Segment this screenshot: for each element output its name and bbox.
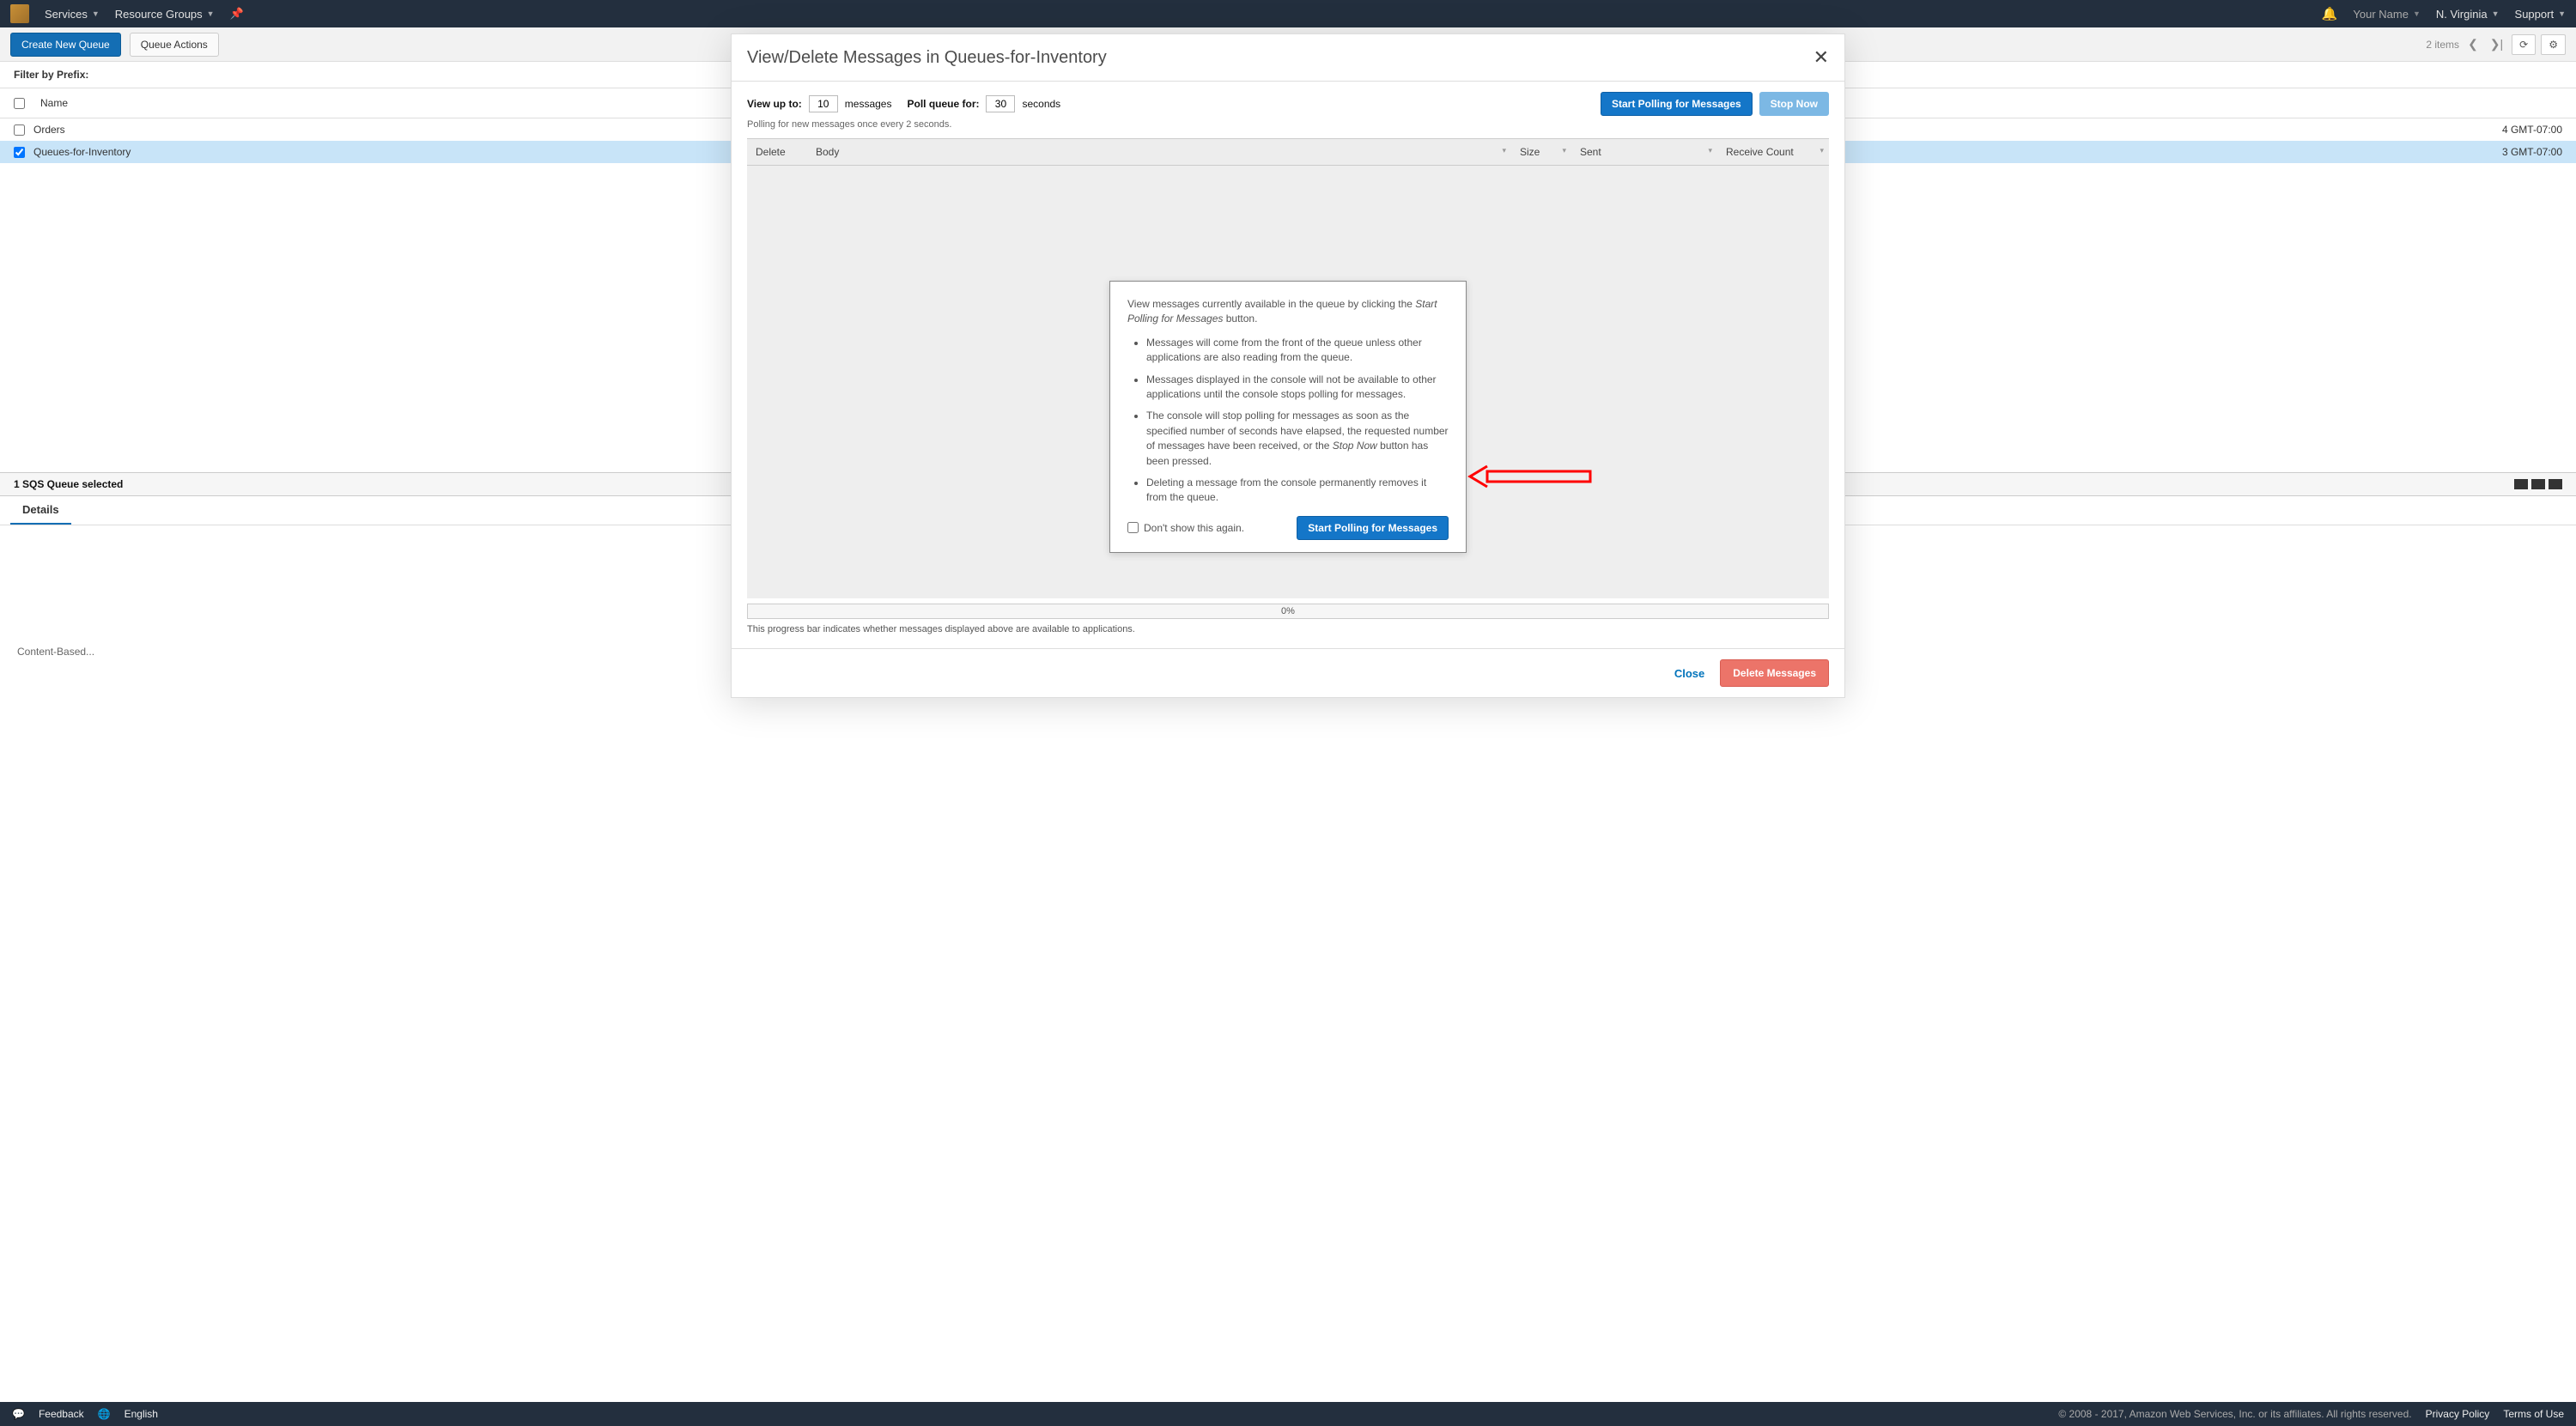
info-li4: Deleting a message from the console perm… — [1146, 476, 1449, 506]
language-link[interactable]: English — [125, 1408, 158, 1420]
info-li1: Messages will come from the front of the… — [1146, 336, 1449, 366]
view-up-to-label: View up to: — [747, 98, 802, 110]
footer: 💬 Feedback 🌐 English © 2008 - 2017, Amaz… — [0, 1402, 2576, 1426]
annotation-arrow-icon — [1470, 466, 1590, 487]
col-delete: Delete — [747, 139, 807, 165]
close-icon[interactable]: ✕ — [1814, 46, 1829, 69]
progress-bar: 0% — [747, 604, 1829, 619]
bell-icon: 🔔 — [2322, 6, 2338, 21]
close-link[interactable]: Close — [1674, 667, 1704, 680]
chevron-down-icon: ▼ — [2413, 9, 2421, 18]
messages-word: messages — [845, 98, 892, 110]
poll-seconds-input[interactable] — [986, 95, 1015, 112]
nav-region[interactable]: N. Virginia ▼ — [2436, 8, 2500, 21]
progress-pct: 0% — [1281, 606, 1295, 616]
view-up-to-input[interactable] — [809, 95, 838, 112]
col-body[interactable]: Body — [807, 139, 1511, 165]
modal-overlay: View/Delete Messages in Queues-for-Inven… — [0, 28, 2576, 1400]
chevron-down-icon: ▼ — [2558, 9, 2566, 18]
speech-icon: 💬 — [12, 1408, 25, 1420]
start-polling-button[interactable]: Start Polling for Messages — [1601, 92, 1753, 116]
stop-now-button[interactable]: Stop Now — [1759, 92, 1829, 116]
messages-grid-body: View messages currently available in the… — [747, 166, 1829, 598]
polling-info-box: View messages currently available in the… — [1109, 281, 1467, 553]
nav-support[interactable]: Support▼ — [2515, 8, 2566, 21]
nav-resource-groups[interactable]: Resource Groups ▼ — [115, 8, 215, 21]
pin-icon: 📌 — [230, 7, 244, 21]
view-delete-messages-modal: View/Delete Messages in Queues-for-Inven… — [731, 33, 1845, 698]
nav-support-label: Support — [2515, 8, 2555, 21]
progress-note: This progress bar indicates whether mess… — [732, 619, 1844, 648]
modal-title: View/Delete Messages in Queues-for-Inven… — [747, 48, 1107, 68]
nav-account-label: Your Name — [2353, 8, 2409, 21]
messages-grid-header: Delete Body Size Sent Receive Count — [747, 138, 1829, 166]
seconds-word: seconds — [1022, 98, 1060, 110]
aws-logo-icon[interactable] — [10, 4, 29, 23]
chevron-down-icon: ▼ — [207, 9, 215, 18]
feedback-link[interactable]: Feedback — [39, 1408, 84, 1420]
nav-services[interactable]: Services ▼ — [45, 8, 100, 21]
dont-show-again-label: Don't show this again. — [1144, 522, 1244, 534]
nav-pin[interactable]: 📌 — [230, 7, 244, 21]
info-intro: View messages currently available in the… — [1127, 297, 1449, 327]
polling-interval-note: Polling for new messages once every 2 se… — [732, 118, 1844, 138]
poll-queue-label: Poll queue for: — [907, 98, 979, 110]
nav-account[interactable]: Your Name ▼ — [2353, 8, 2420, 21]
col-receive-count[interactable]: Receive Count — [1717, 139, 1829, 165]
top-nav: Services ▼ Resource Groups ▼ 📌 🔔 Your Name… — [0, 0, 2576, 27]
nav-services-label: Services — [45, 8, 88, 21]
info-li2: Messages displayed in the console will n… — [1146, 373, 1449, 403]
info-li3: The console will stop polling for messag… — [1146, 409, 1449, 469]
globe-icon: 🌐 — [98, 1408, 111, 1420]
col-sent[interactable]: Sent — [1571, 139, 1717, 165]
delete-messages-button[interactable]: Delete Messages — [1720, 659, 1829, 687]
copyright: © 2008 - 2017, Amazon Web Services, Inc.… — [2058, 1408, 2411, 1420]
privacy-link[interactable]: Privacy Policy — [2426, 1408, 2490, 1420]
terms-link[interactable]: Terms of Use — [2503, 1408, 2564, 1420]
nav-region-label: N. Virginia — [2436, 8, 2488, 21]
chevron-down-icon: ▼ — [2492, 9, 2500, 18]
chevron-down-icon: ▼ — [92, 9, 100, 18]
nav-notifications[interactable]: 🔔 — [2322, 6, 2338, 21]
col-size[interactable]: Size — [1511, 139, 1571, 165]
infobox-start-polling-button[interactable]: Start Polling for Messages — [1297, 516, 1449, 540]
dont-show-again-checkbox[interactable] — [1127, 522, 1139, 533]
nav-resource-groups-label: Resource Groups — [115, 8, 203, 21]
